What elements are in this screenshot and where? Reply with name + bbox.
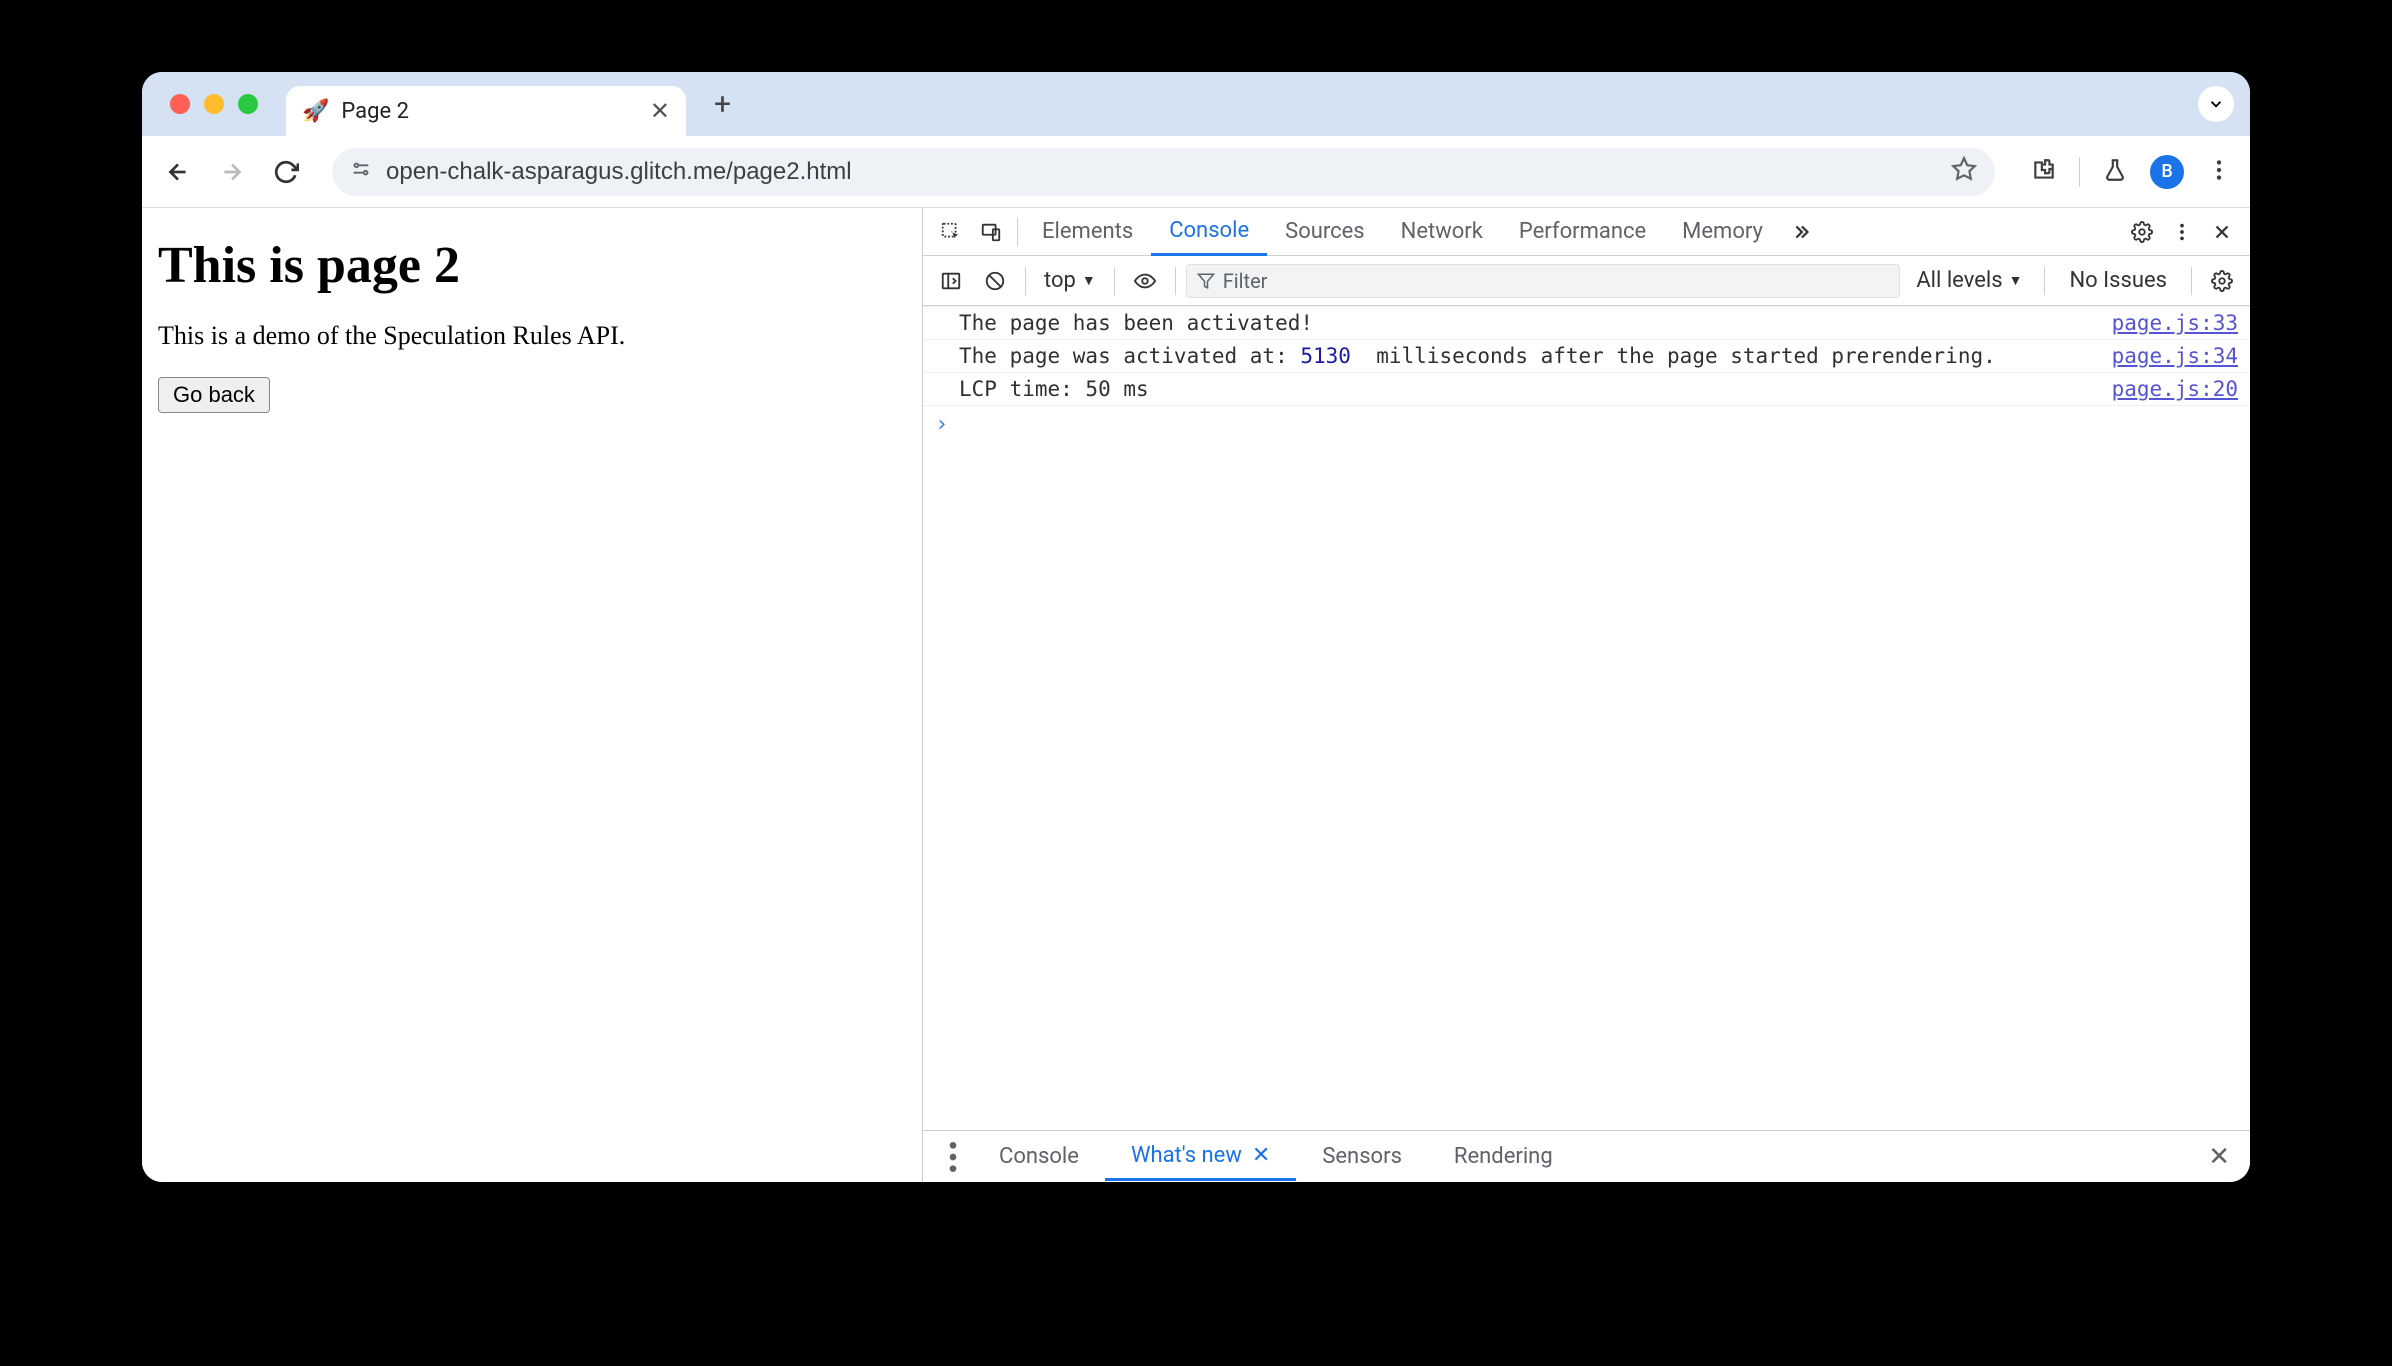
close-drawer-tab-icon[interactable]: ✕ bbox=[1252, 1143, 1270, 1168]
close-tab-button[interactable]: ✕ bbox=[650, 97, 670, 125]
profile-avatar[interactable]: B bbox=[2150, 155, 2184, 189]
device-toggle-icon[interactable] bbox=[971, 221, 1011, 243]
console-prompt[interactable]: › bbox=[923, 406, 2250, 443]
page-heading: This is page 2 bbox=[158, 236, 906, 295]
tab-console[interactable]: Console bbox=[1151, 208, 1267, 256]
filter-input[interactable]: Filter bbox=[1186, 264, 1901, 298]
console-message: LCP time: 50 ms page.js:20 bbox=[923, 373, 2250, 406]
reload-button[interactable] bbox=[268, 154, 304, 190]
window-controls bbox=[158, 94, 286, 114]
devtools-drawer: Console What's new ✕ Sensors Rendering ✕ bbox=[923, 1130, 2250, 1182]
close-drawer-icon[interactable]: ✕ bbox=[2198, 1142, 2240, 1172]
forward-button[interactable] bbox=[214, 154, 250, 190]
page-paragraph: This is a demo of the Speculation Rules … bbox=[158, 321, 906, 351]
issues-label[interactable]: No Issues bbox=[2055, 268, 2181, 293]
prompt-caret-icon: › bbox=[935, 412, 948, 437]
drawer-tab-sensors[interactable]: Sensors bbox=[1296, 1134, 1428, 1179]
message-source-link[interactable]: page.js:33 bbox=[2100, 311, 2238, 335]
devtools-panel: Elements Console Sources Network Perform… bbox=[923, 208, 2250, 1182]
tab-sources[interactable]: Sources bbox=[1267, 209, 1383, 254]
new-tab-button[interactable]: + bbox=[714, 87, 731, 122]
sidebar-toggle-icon[interactable] bbox=[931, 270, 971, 292]
favicon-icon: 🚀 bbox=[302, 99, 329, 124]
site-info-icon[interactable] bbox=[350, 158, 372, 186]
labs-icon[interactable] bbox=[2102, 157, 2128, 187]
more-tabs-icon[interactable] bbox=[1781, 221, 1821, 243]
divider bbox=[2044, 267, 2045, 295]
divider bbox=[2079, 157, 2080, 187]
divider bbox=[1175, 267, 1176, 295]
drawer-tab-whats-new[interactable]: What's new ✕ bbox=[1105, 1133, 1296, 1181]
divider bbox=[1017, 218, 1018, 246]
extensions-icon[interactable] bbox=[2031, 157, 2057, 187]
console-settings-icon[interactable] bbox=[2202, 270, 2242, 292]
menu-icon[interactable] bbox=[2206, 157, 2232, 187]
close-devtools-icon[interactable] bbox=[2202, 221, 2242, 243]
message-source-link[interactable]: page.js:20 bbox=[2100, 377, 2238, 401]
message-source-link[interactable]: page.js:34 bbox=[2100, 344, 2238, 368]
levels-label: All levels bbox=[1916, 268, 2002, 293]
console-message: The page has been activated! page.js:33 bbox=[923, 306, 2250, 340]
toolbar: B bbox=[142, 136, 2250, 208]
page-content: This is page 2 This is a demo of the Spe… bbox=[142, 208, 923, 1182]
go-back-button[interactable]: Go back bbox=[158, 377, 270, 413]
tab-memory[interactable]: Memory bbox=[1664, 209, 1781, 254]
context-label: top bbox=[1044, 268, 1076, 293]
context-selector[interactable]: top ▼ bbox=[1036, 268, 1104, 293]
address-bar[interactable] bbox=[332, 148, 1995, 196]
close-window-button[interactable] bbox=[170, 94, 190, 114]
console-output: The page has been activated! page.js:33 … bbox=[923, 306, 2250, 1130]
back-button[interactable] bbox=[160, 154, 196, 190]
bookmark-icon[interactable] bbox=[1951, 156, 1977, 188]
console-message: The page was activated at: 5130 millisec… bbox=[923, 340, 2250, 373]
tab-performance[interactable]: Performance bbox=[1501, 209, 1664, 254]
tab-title: Page 2 bbox=[341, 99, 637, 124]
divider bbox=[2191, 267, 2192, 295]
tab-strip: 🚀 Page 2 ✕ + bbox=[142, 72, 2250, 136]
content-split: This is page 2 This is a demo of the Spe… bbox=[142, 208, 2250, 1182]
clear-console-icon[interactable] bbox=[975, 270, 1015, 292]
drawer-tab-console[interactable]: Console bbox=[973, 1134, 1105, 1179]
console-toolbar: top ▼ Filter All levels ▼ No Issues bbox=[923, 256, 2250, 306]
log-levels-selector[interactable]: All levels ▼ bbox=[1904, 268, 2034, 293]
chevron-down-icon: ▼ bbox=[1082, 272, 1096, 289]
browser-tab[interactable]: 🚀 Page 2 ✕ bbox=[286, 86, 686, 136]
tab-network[interactable]: Network bbox=[1383, 209, 1501, 254]
url-input[interactable] bbox=[386, 158, 1937, 186]
devtools-tab-bar: Elements Console Sources Network Perform… bbox=[923, 208, 2250, 256]
filter-placeholder: Filter bbox=[1223, 269, 1268, 293]
minimize-window-button[interactable] bbox=[204, 94, 224, 114]
maximize-window-button[interactable] bbox=[238, 94, 258, 114]
live-expression-icon[interactable] bbox=[1125, 270, 1165, 292]
chevron-down-icon: ▼ bbox=[2009, 272, 2023, 289]
divider bbox=[1025, 267, 1026, 295]
drawer-tab-rendering[interactable]: Rendering bbox=[1428, 1134, 1579, 1179]
inspect-icon[interactable] bbox=[931, 221, 971, 243]
tab-elements[interactable]: Elements bbox=[1024, 209, 1151, 254]
settings-icon[interactable] bbox=[2122, 221, 2162, 243]
drawer-menu-icon[interactable] bbox=[933, 1137, 973, 1177]
toolbar-right: B bbox=[2013, 155, 2232, 189]
divider bbox=[1114, 267, 1115, 295]
browser-window: 🚀 Page 2 ✕ + bbox=[142, 72, 2250, 1182]
devtools-menu-icon[interactable] bbox=[2162, 221, 2202, 243]
tabs-dropdown-button[interactable] bbox=[2198, 86, 2234, 122]
